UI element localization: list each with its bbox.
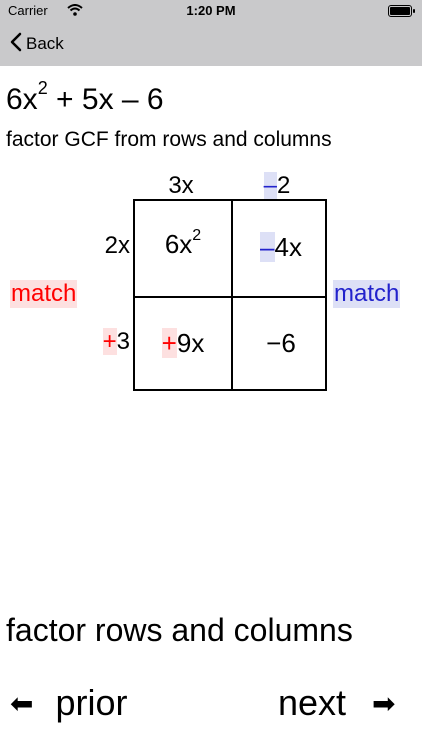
next-step-instruction: factor rows and columns [6,612,353,648]
grid-divider-vertical [231,201,233,389]
row-head-2: +3 [102,328,130,355]
next-label: next [278,682,347,723]
status-bar: Carrier 1:20 PM [0,0,422,22]
row-head-1: 2x [104,232,130,259]
match-label-left: match [10,280,78,308]
polynomial-expression: 6x2 + 5x – 6 [6,78,164,116]
column-head-1: 3x [168,172,194,199]
back-label: Back [26,34,64,53]
battery-icon [388,5,415,17]
match-label-right: match [333,280,401,308]
grid-cell: −6 [266,328,296,358]
grid-cell: –4x [260,232,302,262]
grid-cell: +9x [161,328,205,358]
column-head-2: –2 [263,172,291,199]
navigation-bar: Back [0,22,422,66]
arrow-left-icon: ⬅ [10,687,34,719]
arrow-right-icon: ➡ [372,687,396,719]
factor-box-grid: 6x2 –4x +9x −6 [133,199,327,391]
prior-button[interactable]: ⬅ prior [10,682,128,724]
prior-label: prior [55,682,128,723]
grid-divider-horizontal [135,296,325,298]
next-button[interactable]: next ➡ [278,682,396,724]
grid-cell: 6x2 [164,227,202,259]
status-time: 1:20 PM [186,3,236,18]
chevron-left-icon [10,32,22,57]
step-description: factor GCF from rows and columns [6,128,332,151]
back-button[interactable]: Back [10,31,64,57]
